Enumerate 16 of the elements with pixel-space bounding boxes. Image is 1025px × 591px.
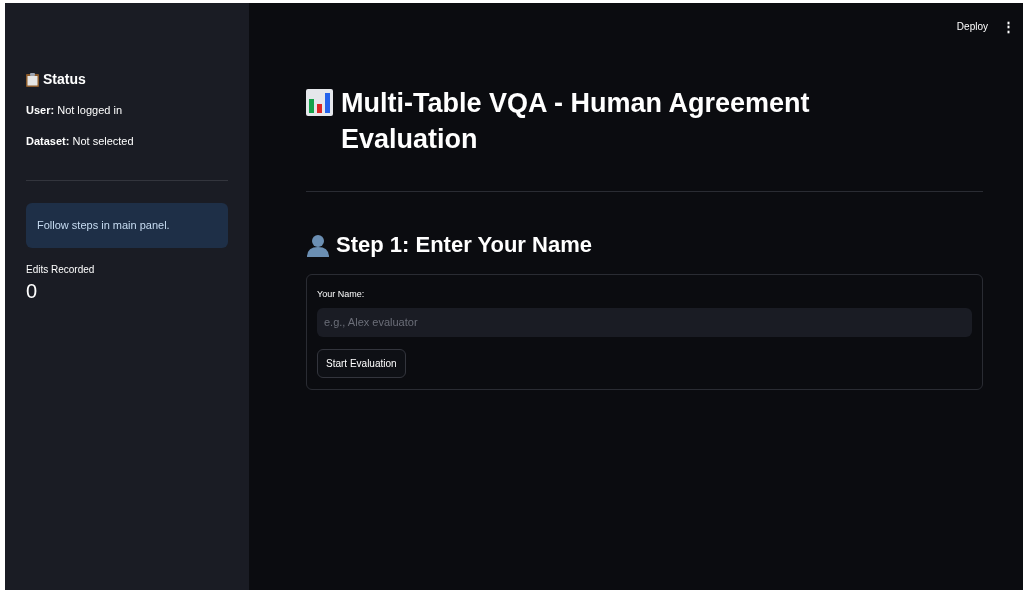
- section-heading: Step 1: Enter Your Name: [336, 231, 592, 259]
- person-icon: [306, 232, 330, 257]
- sidebar-heading: Status: [43, 70, 86, 89]
- start-evaluation-button[interactable]: Start Evaluation: [317, 348, 406, 378]
- info-message: Follow steps in main panel.: [26, 203, 228, 248]
- bar-chart-icon: [306, 89, 333, 116]
- page-title: Multi-Table VQA - Human Agreement Evaluation: [341, 87, 811, 156]
- field-label: Your Name:: [317, 288, 366, 301]
- name-input[interactable]: e.g., Alex evaluator: [317, 307, 972, 337]
- menu-button[interactable]: ⋮: [1000, 17, 1017, 37]
- status-line: Dataset: Not selected: [26, 133, 135, 149]
- clipboard-icon: [26, 72, 39, 87]
- metric-value: 0: [26, 278, 39, 304]
- metric-label: Edits Recorded: [26, 262, 96, 277]
- status-line: User: Not logged in: [26, 103, 123, 118]
- deploy-button[interactable]: Deploy: [956, 19, 988, 35]
